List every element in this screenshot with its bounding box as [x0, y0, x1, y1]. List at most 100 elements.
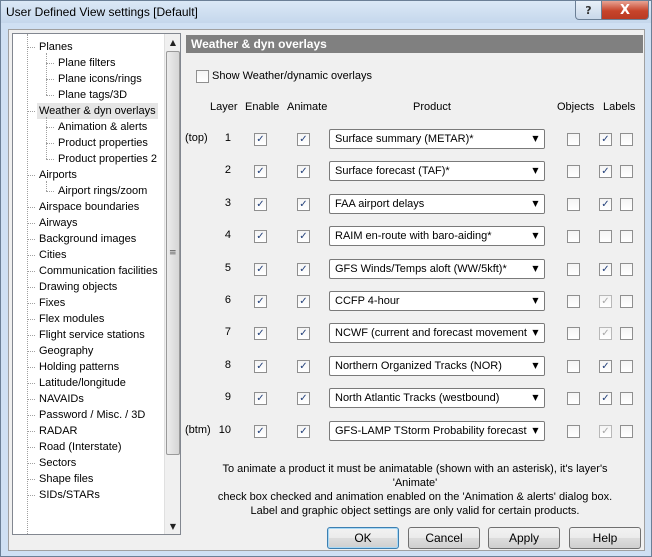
labels-extra-checkbox[interactable] — [620, 327, 633, 340]
close-icon[interactable]: X — [601, 1, 649, 20]
cancel-button[interactable]: Cancel — [408, 527, 480, 549]
tree-connector — [27, 351, 35, 352]
chevron-down-icon[interactable]: ▼ — [527, 260, 544, 278]
labels-extra-checkbox[interactable] — [620, 295, 633, 308]
tree-item[interactable]: Password / Misc. / 3D — [37, 407, 147, 423]
product-dropdown[interactable]: North Atlantic Tracks (westbound) ▼ — [329, 388, 545, 408]
help-icon[interactable]: ? — [575, 1, 602, 20]
labels-checkbox[interactable]: ✓ — [599, 360, 612, 373]
objects-checkbox[interactable] — [567, 360, 580, 373]
labels-extra-checkbox[interactable] — [620, 360, 633, 373]
product-dropdown[interactable]: Surface forecast (TAF)* ▼ — [329, 161, 545, 181]
enable-checkbox[interactable]: ✓ — [254, 230, 267, 243]
chevron-down-icon[interactable]: ▼ — [527, 162, 544, 180]
labels-extra-checkbox[interactable] — [620, 230, 633, 243]
product-dropdown[interactable]: RAIM en-route with baro-aiding* ▼ — [329, 226, 545, 246]
tree-subitem[interactable]: Plane filters — [56, 55, 117, 71]
enable-checkbox[interactable]: ✓ — [254, 392, 267, 405]
animate-checkbox[interactable]: ✓ — [297, 327, 310, 340]
tree-item[interactable]: SIDs/STARs — [37, 487, 102, 503]
product-dropdown[interactable]: FAA airport delays ▼ — [329, 194, 545, 214]
tree-item[interactable]: Flex modules — [37, 311, 106, 327]
objects-checkbox[interactable] — [567, 198, 580, 211]
objects-checkbox[interactable] — [567, 425, 580, 438]
product-dropdown[interactable]: GFS Winds/Temps aloft (WW/5kft)* ▼ — [329, 259, 545, 279]
labels-extra-checkbox[interactable] — [620, 425, 633, 438]
objects-checkbox[interactable] — [567, 327, 580, 340]
chevron-down-icon[interactable]: ▼ — [527, 292, 544, 310]
scroll-up-icon[interactable]: ▲ — [165, 34, 180, 50]
animate-checkbox[interactable]: ✓ — [297, 133, 310, 146]
labels-extra-checkbox[interactable] — [620, 198, 633, 211]
enable-checkbox[interactable]: ✓ — [254, 198, 267, 211]
objects-checkbox[interactable] — [567, 295, 580, 308]
tree-subitem[interactable]: Plane tags/3D — [56, 87, 129, 103]
enable-checkbox[interactable]: ✓ — [254, 425, 267, 438]
objects-checkbox[interactable] — [567, 133, 580, 146]
product-dropdown[interactable]: Northern Organized Tracks (NOR) ▼ — [329, 356, 545, 376]
animate-checkbox[interactable]: ✓ — [297, 295, 310, 308]
objects-checkbox[interactable] — [567, 165, 580, 178]
labels-extra-checkbox[interactable] — [620, 392, 633, 405]
chevron-down-icon[interactable]: ▼ — [527, 130, 544, 148]
labels-checkbox[interactable]: ✓ — [599, 198, 612, 211]
labels-checkbox[interactable]: ✓ — [599, 392, 612, 405]
enable-checkbox[interactable]: ✓ — [254, 133, 267, 146]
tree-item[interactable]: Cities — [37, 247, 69, 263]
product-dropdown[interactable]: NCWF (current and forecast movement)* ▼ — [329, 323, 545, 343]
enable-checkbox[interactable]: ✓ — [254, 327, 267, 340]
apply-button[interactable]: Apply — [488, 527, 560, 549]
tree-item[interactable]: Road (Interstate) — [37, 439, 124, 455]
animate-checkbox[interactable]: ✓ — [297, 360, 310, 373]
layer-number: 2 — [224, 164, 231, 176]
objects-checkbox[interactable] — [567, 230, 580, 243]
enable-checkbox[interactable]: ✓ — [254, 295, 267, 308]
animate-checkbox[interactable]: ✓ — [297, 165, 310, 178]
tree-item[interactable]: Drawing objects — [37, 279, 119, 295]
labels-extra-checkbox[interactable] — [620, 133, 633, 146]
labels-extra-checkbox[interactable] — [620, 165, 633, 178]
help-button[interactable]: Help — [569, 527, 641, 549]
window-title: User Defined View settings [Default] — [6, 5, 198, 19]
tree-item[interactable]: Shape files — [37, 471, 95, 487]
animate-checkbox[interactable]: ✓ — [297, 230, 310, 243]
enable-checkbox[interactable]: ✓ — [254, 165, 267, 178]
objects-checkbox[interactable] — [567, 263, 580, 276]
product-dropdown[interactable]: GFS-LAMP TStorm Probability forecast* ▼ — [329, 421, 545, 441]
labels-checkbox[interactable] — [599, 230, 612, 243]
tree-item[interactable]: Geography — [37, 343, 95, 359]
animate-checkbox[interactable]: ✓ — [297, 392, 310, 405]
chevron-down-icon[interactable]: ▼ — [527, 389, 544, 407]
tree-item[interactable]: Sectors — [37, 455, 78, 471]
ok-button[interactable]: OK — [327, 527, 399, 549]
enable-checkbox[interactable]: ✓ — [254, 263, 267, 276]
labels-extra-checkbox[interactable] — [620, 263, 633, 276]
chevron-down-icon[interactable]: ▼ — [527, 357, 544, 375]
layer-number: 1 — [224, 132, 231, 144]
animate-checkbox[interactable]: ✓ — [297, 425, 310, 438]
labels-checkbox[interactable]: ✓ — [599, 165, 612, 178]
tree-scrollbar[interactable]: ▲ ≡ ▼ — [164, 34, 180, 534]
animate-checkbox[interactable]: ✓ — [297, 198, 310, 211]
animate-checkbox[interactable]: ✓ — [297, 263, 310, 276]
tree-item[interactable]: Planes — [37, 39, 75, 55]
labels-checkbox[interactable]: ✓ — [599, 263, 612, 276]
chevron-down-icon[interactable]: ▼ — [527, 422, 544, 440]
chevron-down-icon[interactable]: ▼ — [527, 324, 544, 342]
objects-checkbox[interactable] — [567, 392, 580, 405]
tree-item[interactable]: Latitude/longitude — [37, 375, 128, 391]
chevron-down-icon[interactable]: ▼ — [527, 227, 544, 245]
product-dropdown[interactable]: Surface summary (METAR)* ▼ — [329, 129, 545, 149]
labels-checkbox[interactable]: ✓ — [599, 133, 612, 146]
tree-subitem[interactable]: Plane icons/rings — [56, 71, 144, 87]
enable-checkbox[interactable]: ✓ — [254, 360, 267, 373]
settings-tree[interactable]: ▲ ≡ ▼ Planes Plane filters Plane icons/rin… — [12, 33, 181, 535]
tree-branch-line — [46, 53, 47, 95]
show-overlays-checkbox[interactable] — [196, 70, 209, 83]
product-value: CCFP 4-hour — [335, 295, 400, 307]
scroll-down-icon[interactable]: ▼ — [165, 518, 180, 534]
tree-item[interactable]: Weather & dyn overlays — [37, 103, 158, 119]
chevron-down-icon[interactable]: ▼ — [527, 195, 544, 213]
title-bar[interactable]: User Defined View settings [Default] ? X — [1, 1, 651, 23]
product-dropdown[interactable]: CCFP 4-hour ▼ — [329, 291, 545, 311]
